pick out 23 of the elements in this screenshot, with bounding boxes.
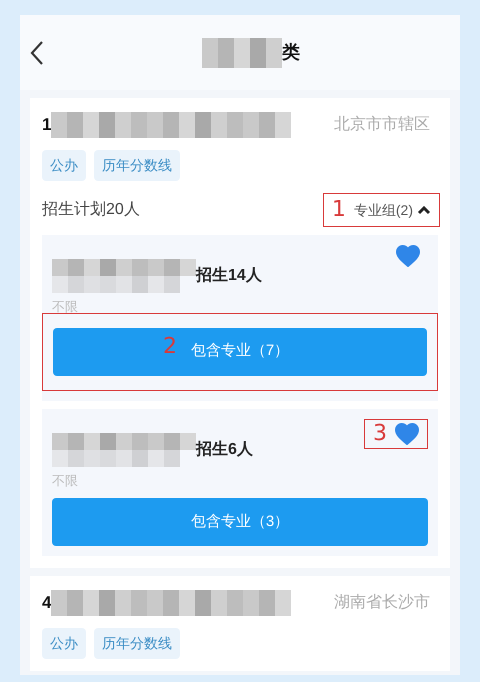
- tag: 公办: [42, 628, 86, 659]
- majors-button[interactable]: 包含专业（3）: [52, 498, 428, 546]
- tag: 历年分数线: [94, 628, 180, 659]
- school-number: 1: [42, 114, 52, 136]
- enroll-text: 招生14人: [196, 266, 262, 286]
- location-text: 湖南省长沙市: [334, 592, 431, 613]
- callout-number: 3: [373, 422, 387, 444]
- plan-text: 招生计划20人: [42, 200, 140, 220]
- enroll-text: 招生6人: [196, 440, 253, 460]
- heart-icon[interactable]: [395, 422, 419, 444]
- limit-text: 不限: [52, 298, 78, 316]
- location-text: 北京市市辖区: [334, 114, 431, 135]
- tag: 公办: [42, 150, 86, 181]
- page-title: 类: [282, 41, 300, 64]
- tag: 历年分数线: [94, 150, 180, 181]
- chevron-up-icon: [417, 205, 431, 215]
- limit-text: 不限: [52, 472, 78, 490]
- callout-number: 2: [163, 334, 177, 358]
- callout-number: 1: [332, 199, 346, 221]
- group-toggle[interactable]: 专业组(2): [354, 200, 431, 220]
- back-icon[interactable]: [30, 40, 44, 66]
- school-number: 4: [42, 592, 52, 614]
- heart-icon[interactable]: [396, 245, 420, 267]
